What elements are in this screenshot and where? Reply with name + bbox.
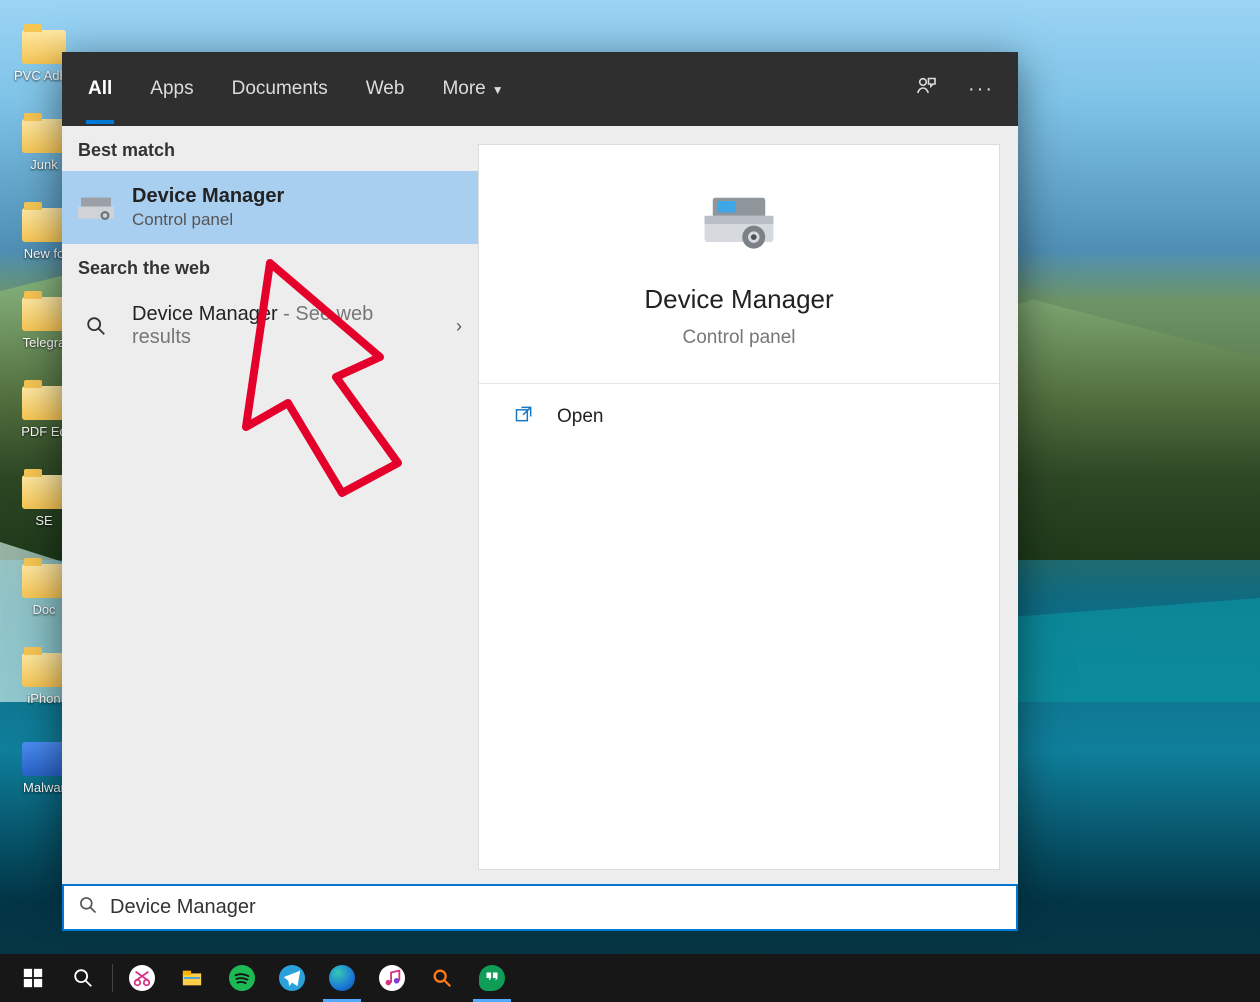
taskbar-search-button[interactable] [58,954,108,1002]
search-input[interactable] [110,896,1002,919]
web-result-title: Device Manager [132,303,278,325]
device-manager-icon [78,190,114,226]
tab-more[interactable]: More ▼ [440,54,505,124]
desktop-icons: PVC Adha Junk New fo Telegra PDF Ed SE D… [12,30,68,795]
tab-all[interactable]: All [86,54,114,124]
result-web-device-manager[interactable]: Device Manager - See web results › [62,289,478,363]
feedback-icon[interactable] [914,74,938,104]
action-open[interactable]: Open [479,384,999,450]
taskbar-itunes[interactable] [367,954,417,1002]
result-preview-panel: Device Manager Control panel Open [478,144,1000,870]
result-title: Device Manager [132,185,284,208]
start-search-field[interactable] [62,884,1018,931]
tab-more-label: More [442,78,485,99]
taskbar-telegram[interactable] [267,954,317,1002]
taskbar-separator [112,964,113,992]
search-results-list: Best match Device Manager Control panel … [62,126,478,888]
start-button[interactable] [8,954,58,1002]
section-search-web: Search the web [62,244,478,289]
start-search-popup: All Apps Documents Web More ▼ ··· Best ma… [62,52,1018,888]
result-device-manager[interactable]: Device Manager Control panel [62,171,478,244]
taskbar-app-orange[interactable] [417,954,467,1002]
device-manager-large-icon [698,246,780,263]
chevron-right-icon: › [456,316,462,337]
more-options-icon[interactable]: ··· [968,78,994,101]
chevron-down-icon: ▼ [492,83,504,97]
taskbar-file-explorer[interactable] [167,954,217,1002]
open-icon [513,404,535,430]
preview-subtitle: Control panel [499,327,979,349]
taskbar [0,954,1260,1002]
action-open-label: Open [557,406,603,428]
taskbar-hangouts[interactable] [467,954,517,1002]
tab-apps[interactable]: Apps [148,54,195,124]
result-subtitle: Control panel [132,210,284,230]
taskbar-edge[interactable] [317,954,367,1002]
search-filter-header: All Apps Documents Web More ▼ ··· [62,52,1018,126]
search-icon [78,308,114,344]
tab-documents[interactable]: Documents [230,54,330,124]
search-icon [78,895,98,920]
taskbar-snip[interactable] [117,954,167,1002]
taskbar-spotify[interactable] [217,954,267,1002]
preview-title: Device Manager [499,284,979,315]
section-best-match: Best match [62,126,478,171]
tab-web[interactable]: Web [364,54,407,124]
